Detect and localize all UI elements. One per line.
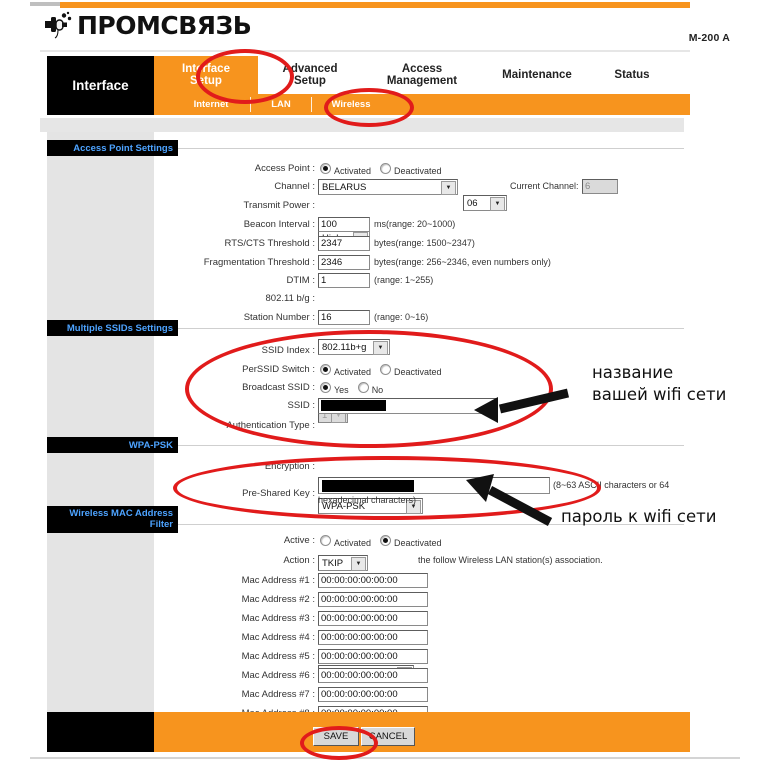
tab-access-management-label: Access Management [386,62,458,88]
label-mac-address-7: Mac Address #7 : [241,689,315,700]
section-header-mac-filter-line1: Wireless MAC Address [69,508,173,519]
section-header-wpa-psk-label: WPA-PSK [128,439,173,451]
label-channel: Channel : [274,181,315,192]
select-channel-number-value: 06 [467,197,478,209]
station-number-input[interactable] [318,310,370,325]
annotation-text-ssid-line1: название [592,363,674,382]
model-label: M-200 A [688,32,730,44]
hint-mac-action: the follow Wireless LAN station(s) assoc… [418,555,603,565]
annotation-text-key: пароль к wifi сети [561,507,717,526]
chevron-down-icon[interactable]: ▼ [490,197,505,211]
annotation-text-ssid-line2: вашей wifi сети [592,385,727,404]
radio-access-point-deactivated[interactable] [380,163,392,174]
label-transmit-power: Transmit Power : [243,200,315,211]
radio-group-access-point[interactable]: Activated Deactivated [320,160,451,177]
tab-maintenance[interactable]: Maintenance [482,56,592,94]
select-channel-number[interactable]: 06 ▼ [463,195,507,211]
fragmentation-threshold-input[interactable] [318,255,370,270]
rts-cts-threshold-input[interactable] [318,236,370,251]
label-rts-cts-threshold: RTS/CTS Threshold : [224,238,315,249]
label-access-point: Access Point : [254,163,315,174]
brand-name: ПРОМСВЯЗЬ [77,10,252,40]
section-header-access-point-label: Access Point Settings [73,142,173,154]
mac-address-input-5[interactable] [318,649,428,664]
hint-beacon-interval: ms(range: 20~1000) [374,219,456,229]
current-channel-value [582,179,618,194]
top-gray-strip [30,2,60,6]
radio-mac-active-activated[interactable] [320,535,331,546]
left-gutter-column [47,132,154,712]
label-mac-address-4: Mac Address #4 : [241,632,315,643]
chevron-down-icon[interactable]: ▼ [351,557,366,571]
label-mac-action: Action : [283,555,315,566]
annotation-arrow-ssid [474,388,570,423]
select-channel-country-value: BELARUS [322,181,367,193]
radio-access-point-activated[interactable] [320,163,331,174]
mac-address-input-2[interactable] [318,592,428,607]
mac-address-input-7[interactable] [318,687,428,702]
hint-dtim: (range: 1~255) [374,275,434,285]
nav-section-block: Interface [47,56,154,115]
tab-maintenance-label: Maintenance [502,68,572,81]
select-encryption-value: TKIP [322,557,344,569]
section-header-mac-filter: Wireless MAC Address Filter [47,506,178,533]
radio-mac-active-deactivated[interactable] [380,535,392,546]
section-header-mac-filter-line2: Filter [149,519,173,530]
label-mac-active: Active : [283,535,315,546]
label-station-number: Station Number : [243,312,315,323]
logo-divider [40,50,690,52]
chevron-down-icon[interactable]: ▼ [441,181,456,195]
hint-station-number: (range: 0~16) [374,312,429,322]
section-header-multiple-ssids: Multiple SSIDs Settings [47,320,178,336]
nav-section-label: Interface [72,78,129,93]
hint-rts-cts-threshold: bytes(range: 1500~2347) [374,238,475,248]
label-80211-bg: 802.11 b/g : [265,293,315,304]
section-header-access-point: Access Point Settings [47,140,178,156]
annotation-ellipse-wireless [324,88,414,127]
hint-fragmentation-threshold: bytes(range: 256~2346, even numbers only… [374,257,551,267]
brand-logo: ПРОМСВЯЗЬ [44,8,252,42]
label-mac-address-3: Mac Address #3 : [241,613,315,624]
select-encryption[interactable]: TKIP ▼ [318,555,368,571]
mac-address-input-3[interactable] [318,611,428,626]
annotation-ellipse-save [300,726,378,760]
subtab-lan-label: LAN [271,99,291,110]
label-dtim: DTIM : [286,275,316,286]
section-rule-access-point [178,148,684,149]
footer-black-block [47,712,154,752]
label-beacon-interval: Beacon Interval : [243,219,315,230]
tab-status[interactable]: Status [592,56,672,94]
section-rule-multiple-ssids [178,328,684,329]
plug-antenna-icon [44,10,74,40]
beacon-interval-input[interactable] [318,217,370,232]
label-mac-address-5: Mac Address #5 : [241,651,315,662]
mac-address-input-6[interactable] [318,668,428,683]
mac-address-input-1[interactable] [318,573,428,588]
annotation-ellipse-interface-setup [196,49,294,104]
radio-mac-active-activated-label: Activated [334,538,372,548]
section-rule-wpa-psk [178,445,684,446]
dtim-input[interactable] [318,273,370,288]
bottom-divider [30,757,740,759]
label-mac-address-1: Mac Address #1 : [241,575,315,586]
label-mac-address-6: Mac Address #6 : [241,670,315,681]
label-current-channel: Current Channel: [510,181,579,191]
section-header-wpa-psk: WPA-PSK [47,437,178,453]
radio-access-point-deactivated-label: Deactivated [394,166,442,176]
label-fragmentation-threshold: Fragmentation Threshold : [203,257,315,268]
radio-access-point-activated-label: Activated [334,166,372,176]
label-mac-address-2: Mac Address #2 : [241,594,315,605]
section-header-multiple-ssids-label: Multiple SSIDs Settings [66,322,173,334]
tab-status-label: Status [614,68,650,81]
select-channel-country[interactable]: BELARUS ▼ [318,179,458,195]
annotation-arrow-key [466,474,553,526]
mac-address-input-4[interactable] [318,630,428,645]
